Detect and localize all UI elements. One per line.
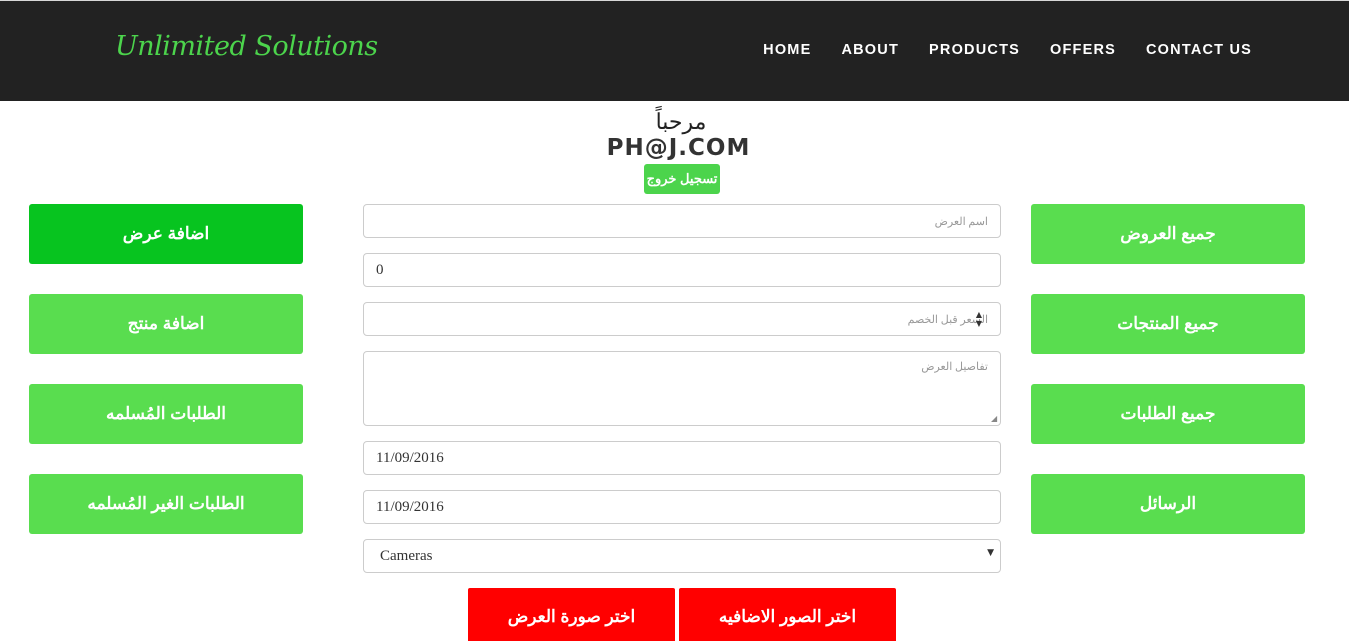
choose-offer-image-button[interactable]: اختر صورة العرض <box>468 588 675 641</box>
all-products-button[interactable]: جميع المنتجات <box>1031 294 1305 354</box>
add-offer-button[interactable]: اضافة عرض <box>29 204 303 264</box>
delivered-orders-button[interactable]: الطلبات المُسلمه <box>29 384 303 444</box>
messages-button[interactable]: الرسائل <box>1031 474 1305 534</box>
nav-home[interactable]: HOME <box>763 42 811 58</box>
resize-grip-icon[interactable]: ◢ <box>991 415 999 423</box>
all-offers-button[interactable]: جميع العروض <box>1031 204 1305 264</box>
brand-logo[interactable]: Unlimited Solutions <box>115 31 378 62</box>
chevron-down-icon: ▼ <box>987 548 994 558</box>
all-orders-button[interactable]: جميع الطلبات <box>1031 384 1305 444</box>
user-email: PH@J.COM <box>606 135 751 161</box>
category-selected-value: Cameras <box>380 548 433 564</box>
end-date-input[interactable] <box>363 490 1001 524</box>
category-select[interactable]: Cameras ▼ <box>363 539 1001 573</box>
nav-contact-us[interactable]: CONTACT US <box>1146 42 1252 58</box>
nav-about[interactable]: ABOUT <box>841 42 899 58</box>
offer-name-input[interactable] <box>363 204 1001 238</box>
undelivered-orders-button[interactable]: الطلبات الغير المُسلمه <box>29 474 303 534</box>
price-input[interactable] <box>363 253 1001 287</box>
nav-links: HOME ABOUT PRODUCTS OFFERS CONTACT US <box>763 42 1252 58</box>
logout-button[interactable]: تسجيل خروج <box>644 164 720 194</box>
choose-extra-images-button[interactable]: اختر الصور الاضافيه <box>679 588 896 641</box>
number-spinner-icon[interactable]: ▲ ▼ <box>973 309 985 329</box>
welcome-greeting: مرحباً <box>655 109 707 134</box>
start-date-input[interactable] <box>363 441 1001 475</box>
nav-products[interactable]: PRODUCTS <box>929 42 1020 58</box>
top-navbar: Unlimited Solutions HOME ABOUT PRODUCTS … <box>0 0 1349 101</box>
add-product-button[interactable]: اضافة منتج <box>29 294 303 354</box>
offer-details-textarea[interactable] <box>363 351 1001 426</box>
nav-offers[interactable]: OFFERS <box>1050 42 1116 58</box>
price-before-discount-input[interactable] <box>363 302 1001 336</box>
